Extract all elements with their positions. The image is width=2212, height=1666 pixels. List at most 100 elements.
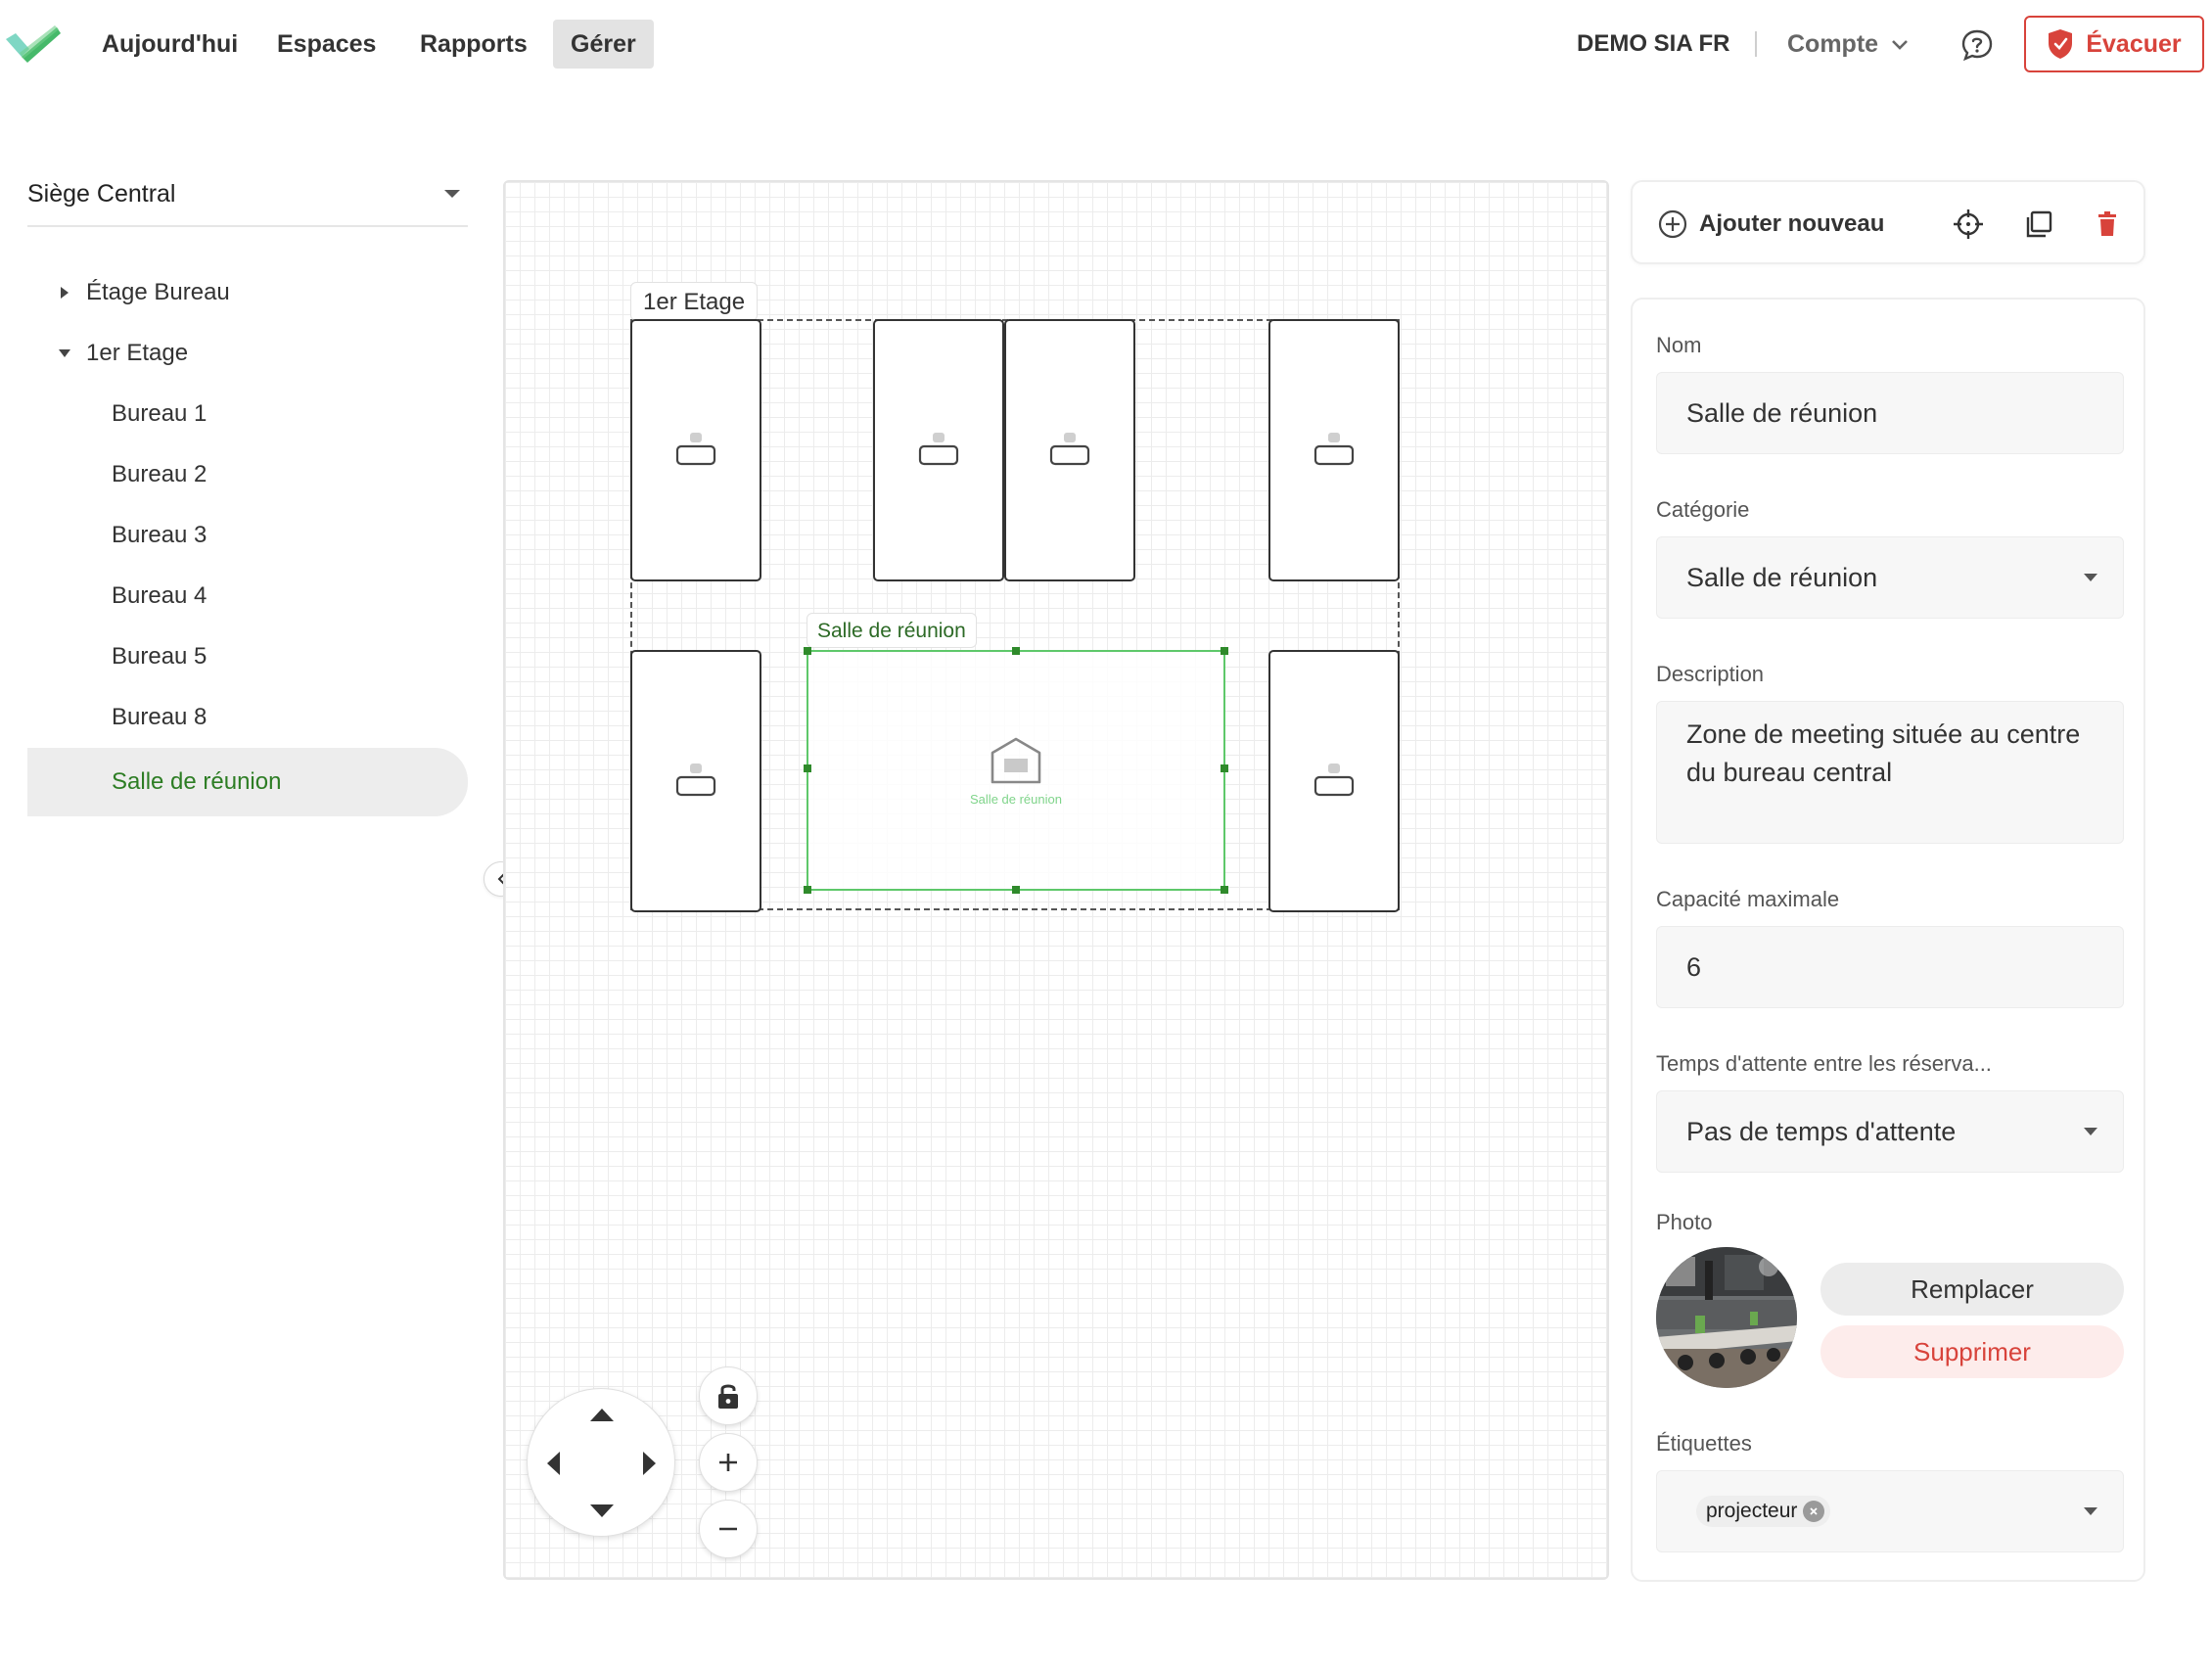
chevron-down-icon <box>1892 40 1908 51</box>
crosshair-icon <box>1954 209 1983 239</box>
desk-icon <box>1049 433 1090 466</box>
desk-icon <box>1313 433 1355 466</box>
room-photo <box>1656 1247 1797 1388</box>
add-new-label: Ajouter nouveau <box>1699 210 1885 237</box>
evacuate-button[interactable]: Évacuer <box>2024 16 2204 72</box>
desk-icon <box>918 433 959 466</box>
add-new-button[interactable]: Ajouter nouveau <box>1658 206 1884 243</box>
room-inner-label: Salle de réunion <box>970 791 1062 807</box>
tree-item-label: 1er Etage <box>86 340 189 366</box>
tree-item-bureau-1[interactable]: Bureau 1 <box>27 384 468 444</box>
remove-tag-icon[interactable] <box>1803 1501 1825 1522</box>
locate-button[interactable] <box>1950 206 1987 243</box>
app-logo[interactable] <box>4 22 61 63</box>
caret-down-icon[interactable] <box>55 323 74 384</box>
tree-item-bureau-3[interactable]: Bureau 3 <box>27 505 468 566</box>
resize-handle[interactable] <box>1221 764 1228 772</box>
category-select[interactable]: Salle de réunion <box>1656 536 2124 619</box>
category-label: Catégorie <box>1656 497 1750 522</box>
editor-toolbar: Ajouter nouveau <box>1631 180 2145 264</box>
nav-manage[interactable]: Gérer <box>553 20 654 69</box>
evacuate-label: Évacuer <box>2086 29 2182 58</box>
desk[interactable] <box>1004 319 1135 581</box>
help-chat-icon[interactable] <box>1959 27 1995 63</box>
desk[interactable] <box>873 319 1004 581</box>
tree-item-label: Bureau 2 <box>112 461 207 487</box>
dropdown-arrow-icon <box>444 190 460 198</box>
pan-left-icon[interactable] <box>547 1452 560 1475</box>
site-selector[interactable]: Siège Central <box>27 162 468 227</box>
tree-item-label: Bureau 3 <box>112 522 207 548</box>
desk[interactable] <box>630 650 761 912</box>
desk[interactable] <box>630 319 761 581</box>
replace-photo-button[interactable]: Remplacer <box>1820 1263 2124 1316</box>
dropdown-arrow-icon <box>2084 574 2097 581</box>
tree-item-label: Bureau 4 <box>112 582 207 609</box>
properties-form: Nom Salle de réunion Catégorie Salle de … <box>1631 298 2145 1582</box>
pan-up-icon[interactable] <box>590 1409 614 1421</box>
description-value: Zone de meeting située au centre du bure… <box>1686 719 2081 787</box>
wait-time-select[interactable]: Pas de temps d'attente <box>1656 1090 2124 1173</box>
tree-item-label: Bureau 8 <box>112 704 207 730</box>
nav-spaces[interactable]: Espaces <box>259 20 393 69</box>
tag-chip: projecteur <box>1696 1496 1831 1527</box>
name-value: Salle de réunion <box>1686 397 1878 428</box>
tree-item-bureau-2[interactable]: Bureau 2 <box>27 444 468 505</box>
tree-item-bureau-4[interactable]: Bureau 4 <box>27 566 468 626</box>
resize-handle[interactable] <box>1012 886 1020 894</box>
tags-label: Étiquettes <box>1656 1431 1752 1456</box>
tree-item-salle-de-reunion[interactable]: Salle de réunion <box>27 748 468 816</box>
lock-button[interactable] <box>699 1366 758 1425</box>
duplicate-button[interactable] <box>2020 206 2057 243</box>
top-navigation-bar: Aujourd'hui Espaces Rapports Gérer DEMO … <box>0 0 2212 88</box>
tags-select[interactable]: projecteur <box>1656 1470 2124 1552</box>
account-menu[interactable]: Compte <box>1787 20 1909 69</box>
nav-today[interactable]: Aujourd'hui <box>84 20 255 69</box>
desk-icon <box>675 764 716 797</box>
resize-handle[interactable] <box>804 647 811 655</box>
resize-handle[interactable] <box>804 886 811 894</box>
delete-photo-button[interactable]: Supprimer <box>1820 1325 2124 1378</box>
capacity-field[interactable]: 6 <box>1656 926 2124 1008</box>
caret-right-icon[interactable] <box>55 262 74 323</box>
pan-down-icon[interactable] <box>590 1504 614 1517</box>
resize-handle[interactable] <box>804 764 811 772</box>
pan-control <box>527 1388 675 1537</box>
zoom-out-button[interactable] <box>699 1500 758 1558</box>
desk-icon <box>675 433 716 466</box>
resize-handle[interactable] <box>1221 886 1228 894</box>
tree-item-1er-etage[interactable]: 1er Etage <box>27 323 468 384</box>
tree-item-bureau-8[interactable]: Bureau 8 <box>27 687 468 748</box>
copy-icon <box>2026 210 2052 238</box>
photo-label: Photo <box>1656 1210 1713 1234</box>
floor-plan-canvas[interactable]: 1er Etage Salle de réunion Salle de réun… <box>503 180 1609 1580</box>
desk[interactable] <box>1268 319 1400 581</box>
room-label: Salle de réunion <box>806 613 977 648</box>
resize-handle[interactable] <box>1012 647 1020 655</box>
tree-item-label: Bureau 1 <box>112 400 207 427</box>
delete-button[interactable] <box>2089 206 2126 243</box>
dropdown-arrow-icon <box>2084 1507 2097 1515</box>
pan-right-icon[interactable] <box>643 1452 656 1475</box>
tree-item-bureau-5[interactable]: Bureau 5 <box>27 626 468 687</box>
plus-icon <box>719 1454 737 1471</box>
description-field[interactable]: Zone de meeting située au centre du bure… <box>1656 701 2124 844</box>
resize-handle[interactable] <box>1221 647 1228 655</box>
zoom-in-button[interactable] <box>699 1433 758 1492</box>
lock-icon <box>718 1384 738 1409</box>
desk[interactable] <box>1268 650 1400 912</box>
capacity-value: 6 <box>1686 951 1702 982</box>
category-value: Salle de réunion <box>1686 562 1878 592</box>
account-label: Compte <box>1787 30 1879 58</box>
meeting-room-icon <box>991 737 1041 783</box>
tree-item-label: Salle de réunion <box>112 768 282 795</box>
tree-item-etage-bureau[interactable]: Étage Bureau <box>27 262 468 323</box>
nav-reports[interactable]: Rapports <box>402 20 545 69</box>
wait-time-value: Pas de temps d'attente <box>1686 1116 1957 1146</box>
organization-name: DEMO SIA FR <box>1577 30 1730 57</box>
meeting-room-selected[interactable]: Salle de réunion <box>804 647 1228 894</box>
tag-label: projecteur <box>1706 1500 1798 1522</box>
nav-divider <box>1755 31 1757 57</box>
name-field[interactable]: Salle de réunion <box>1656 372 2124 454</box>
capacity-label: Capacité maximale <box>1656 887 1840 911</box>
